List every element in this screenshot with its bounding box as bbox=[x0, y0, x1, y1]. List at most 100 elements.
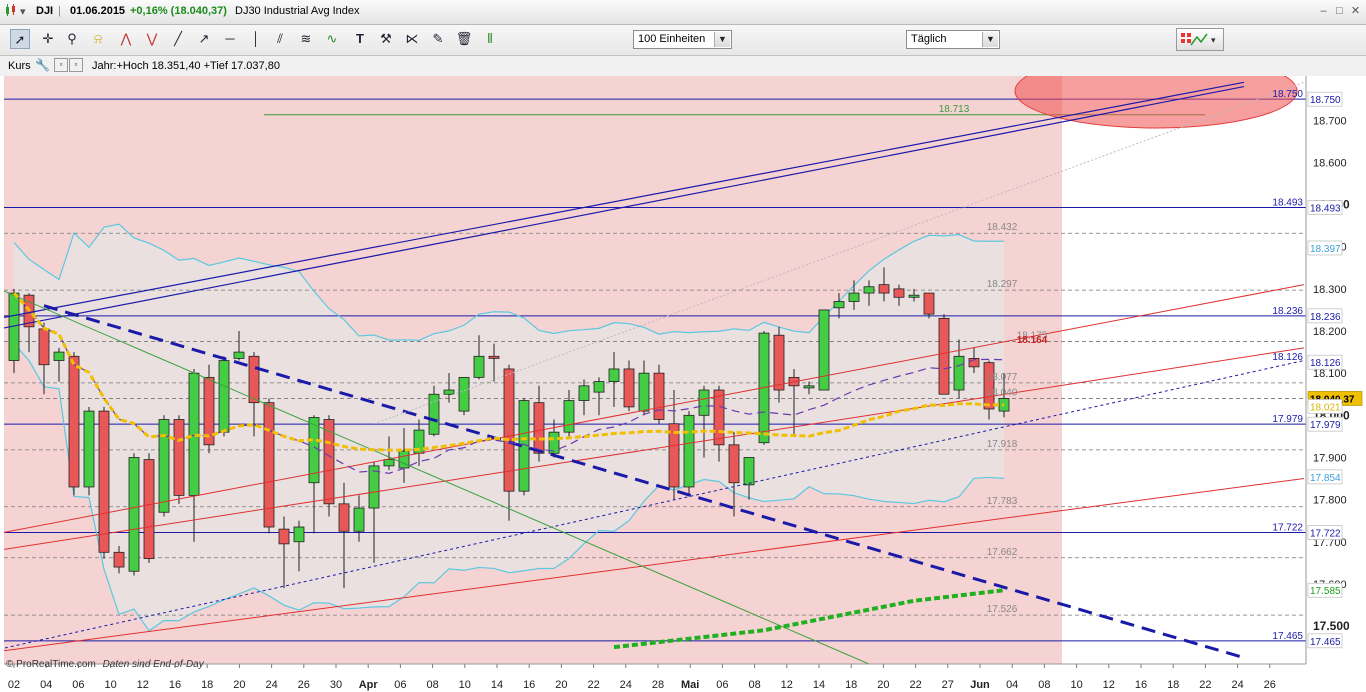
level-label: 18.432 bbox=[987, 222, 1018, 233]
trend-up-tool-icon[interactable]: ⋀ bbox=[116, 29, 136, 49]
axis-price-box bbox=[1307, 633, 1343, 649]
plot-background bbox=[4, 76, 1306, 664]
candle-body bbox=[923, 292, 935, 315]
axis-price-label: 18.040,37 bbox=[1310, 394, 1355, 405]
text-tool-icon[interactable]: T bbox=[350, 29, 370, 49]
x-tick-label: 24 bbox=[1231, 679, 1243, 691]
panel-move-icon[interactable]: ▫ bbox=[69, 58, 83, 72]
line-price-label: 17.722 bbox=[1272, 522, 1303, 533]
x-tick-label: 18 bbox=[201, 679, 213, 691]
grey-dotted-trend-line bbox=[373, 81, 1305, 425]
axis-price-label: 17.854 bbox=[1310, 473, 1341, 484]
x-tick-label: 18 bbox=[845, 679, 857, 691]
x-tick-label: 10 bbox=[104, 679, 116, 691]
y-tick-label: 18.300 bbox=[1313, 284, 1347, 296]
candle-body bbox=[503, 368, 515, 492]
magnet-tool-icon[interactable]: ⋉ bbox=[402, 29, 422, 49]
red-trend-line bbox=[4, 347, 1305, 550]
copyright-text: © ProRealTime.com bbox=[6, 659, 96, 670]
panel-options-icon[interactable]: ▫ bbox=[54, 58, 68, 72]
candle-body bbox=[593, 381, 605, 393]
title-bar: ▾ DJI | 01.06.2015 +0,16% (18.040,37) DJ… bbox=[0, 0, 1366, 25]
candle-body bbox=[293, 526, 305, 543]
axis-price-label: 18.021 bbox=[1310, 402, 1341, 413]
x-tick-label: 10 bbox=[459, 679, 471, 691]
bollinger-upper-line bbox=[13, 223, 1005, 341]
line-tool-icon[interactable]: ╱ bbox=[168, 29, 188, 49]
candle-body bbox=[803, 385, 815, 389]
chevron-down-icon[interactable]: ▼ bbox=[714, 32, 730, 47]
chevron-down-icon[interactable]: ▼ bbox=[982, 32, 998, 47]
x-tick-label: 20 bbox=[555, 679, 567, 691]
x-tick-label: 16 bbox=[1135, 679, 1147, 691]
candle-body bbox=[218, 360, 230, 433]
maximize-icon[interactable]: □ bbox=[1334, 6, 1345, 17]
axis-price-label: 17.722 bbox=[1310, 528, 1341, 539]
wrench-icon[interactable]: 🔧 bbox=[35, 58, 50, 72]
axis-price-box bbox=[1307, 308, 1343, 324]
blue-trend-line bbox=[4, 85, 1245, 329]
horizontal-line-tool-icon[interactable]: ─ bbox=[220, 29, 240, 49]
level-label: 17.918 bbox=[987, 439, 1018, 450]
footer: © ProRealTime.com Daten sind End-of-Day bbox=[6, 659, 204, 670]
axis-price-label: 18.493 bbox=[1310, 204, 1341, 215]
ray-tool-icon[interactable]: ↗ bbox=[194, 29, 214, 49]
zoom-magnifier-icon[interactable]: ⚲ bbox=[62, 29, 82, 49]
close-icon[interactable]: ✕ bbox=[1350, 6, 1361, 17]
bars-tool-icon[interactable]: ⦀ bbox=[480, 29, 500, 49]
candle-body bbox=[818, 309, 830, 391]
indicators-button[interactable]: ▾ bbox=[1176, 28, 1224, 51]
x-tick-label: 26 bbox=[1264, 679, 1276, 691]
pen-tool-icon[interactable]: ✎ bbox=[428, 29, 448, 49]
panel-info-text: Jahr:+Hoch 18.351,40 +Tief 17.037,80 bbox=[92, 60, 280, 72]
alarm-bell-icon[interactable]: ⍾ bbox=[88, 29, 108, 49]
axis-price-box bbox=[1307, 391, 1363, 406]
level-label: 18.164 bbox=[1017, 335, 1048, 346]
candle-body bbox=[68, 355, 80, 488]
axis-price-label: 18.750 bbox=[1310, 95, 1341, 106]
level-label: 17.526 bbox=[987, 604, 1018, 615]
units-select[interactable]: 100 Einheiten ▼ bbox=[633, 30, 732, 49]
candle-body bbox=[53, 351, 65, 361]
candle-body bbox=[233, 351, 245, 359]
candle-body bbox=[683, 414, 695, 488]
info-icon[interactable]: ▾ bbox=[20, 5, 26, 18]
x-tick-label: 04 bbox=[40, 679, 52, 691]
minimize-icon[interactable]: – bbox=[1318, 6, 1329, 17]
price-chart[interactable]: 18.713 18.432 18.297 18.17518.164 18.077 18.0… bbox=[0, 0, 1366, 692]
x-tick-label: 12 bbox=[137, 679, 149, 691]
candle-body bbox=[113, 551, 125, 568]
period-select[interactable]: Täglich ▼ bbox=[906, 30, 1000, 49]
hammer-tool-icon[interactable]: ⚒ bbox=[376, 29, 396, 49]
x-tick-label: Mai bbox=[681, 679, 699, 691]
candle-body bbox=[158, 419, 170, 513]
x-tick-label: 06 bbox=[72, 679, 84, 691]
wave-tool-icon[interactable]: ∿ bbox=[322, 29, 342, 49]
x-tick-label: 18 bbox=[1167, 679, 1179, 691]
axis-price-box bbox=[1307, 240, 1343, 256]
chart-type-icon[interactable] bbox=[4, 3, 18, 17]
symbol-label: DJI bbox=[36, 5, 54, 17]
fibonacci-tool-icon[interactable]: ≋ bbox=[296, 29, 316, 49]
candle-body bbox=[128, 457, 140, 572]
candle-body bbox=[863, 286, 875, 294]
candle-body bbox=[938, 317, 950, 395]
cross-cursor-icon[interactable]: ✛ bbox=[38, 29, 58, 49]
trend-down-tool-icon[interactable]: ⋁ bbox=[142, 29, 162, 49]
candle-body bbox=[788, 376, 800, 387]
level-label: 18.040 bbox=[987, 387, 1018, 398]
parallel-lines-tool-icon[interactable]: ⫽ bbox=[270, 29, 290, 49]
ma20-line bbox=[13, 292, 1005, 474]
x-tick-label: 30 bbox=[330, 679, 342, 691]
axis-price-box bbox=[1307, 582, 1343, 598]
x-tick-label: 24 bbox=[265, 679, 277, 691]
candle-body bbox=[278, 528, 290, 545]
x-tick-label: 22 bbox=[909, 679, 921, 691]
trash-icon[interactable]: 🗑 bbox=[454, 29, 474, 49]
vertical-line-tool-icon[interactable]: │ bbox=[246, 29, 266, 49]
candle-body bbox=[758, 332, 770, 444]
y-tick-label: 17.500 bbox=[1313, 619, 1350, 633]
candle-body bbox=[353, 507, 365, 532]
cursor-arrow-icon[interactable]: ➚ bbox=[10, 29, 30, 49]
x-tick-label: 28 bbox=[652, 679, 664, 691]
